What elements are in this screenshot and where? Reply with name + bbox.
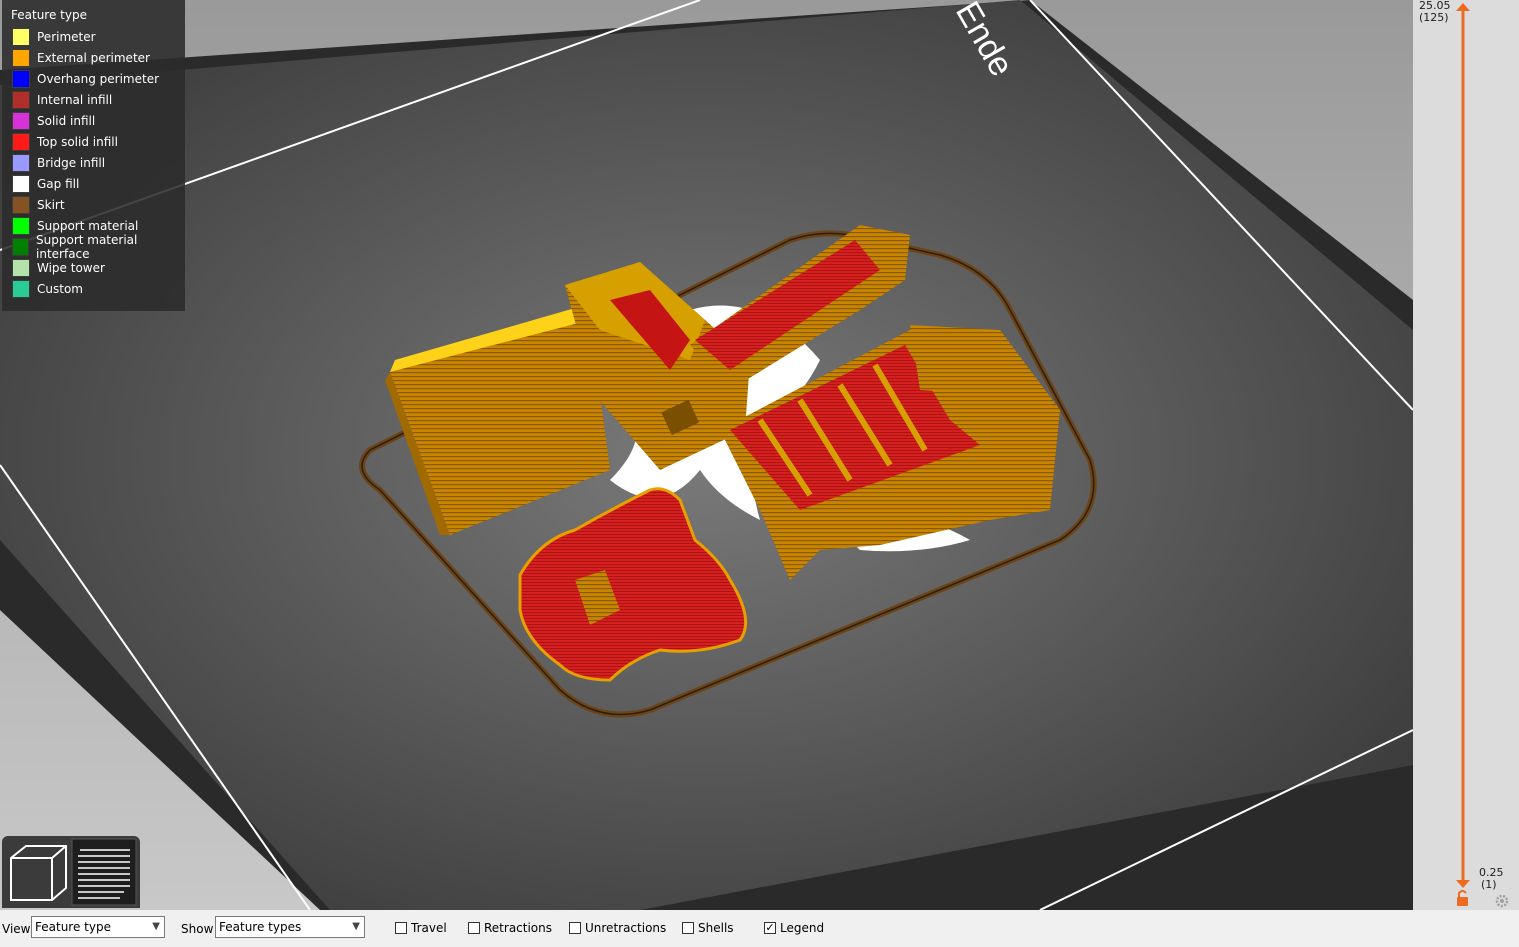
retractions-checkbox[interactable]: Retractions [468,921,552,935]
bottom-thumb-icon[interactable] [1456,880,1470,888]
checkbox-icon[interactable] [395,922,407,934]
legend-item-label: External perimeter [37,51,150,65]
legend-item-label: Custom [37,282,83,296]
legend-item-label: Internal infill [37,93,113,107]
feature-type-legend: Feature type Perimeter External perimeter… [2,0,185,311]
legend-item: Gap fill [12,174,79,194]
unretractions-label: Unretractions [585,921,667,935]
checkbox-icon[interactable] [569,922,581,934]
preview-bottom-toolbar: View Feature type ▼ Show Feature types ▼… [0,910,1519,947]
legend-item: Bridge infill [12,153,105,173]
gcode-preview-viewport[interactable]: Ende [0,0,1413,910]
legend-swatch [12,217,30,235]
lock-icon[interactable] [1457,890,1468,906]
layer-slider-panel: 25.05 (125) 0.25 (1) [1413,0,1519,910]
legend-item: External perimeter [12,48,150,68]
legend-swatch [12,238,30,256]
legend-swatch [12,28,30,46]
legend-swatch [12,112,30,130]
show-label: Show [181,922,214,936]
cube-3d-view-icon[interactable] [7,841,69,903]
layer-slider-track[interactable] [1413,0,1519,910]
legend-item: Support material interface [12,233,185,261]
chevron-down-icon: ▼ [152,921,160,932]
shells-label: Shells [698,921,734,935]
legend-swatch [12,70,30,88]
checkbox-icon[interactable] [468,922,480,934]
view-type-value: Feature type [35,920,111,934]
legend-swatch [12,49,30,67]
checkbox-icon[interactable] [682,922,694,934]
retractions-label: Retractions [484,921,553,935]
settings-gear-icon[interactable] [1495,894,1509,908]
legend-swatch [12,91,30,109]
shells-checkbox[interactable]: Shells [682,921,734,935]
checkbox-checked-icon[interactable]: ✓ [764,922,776,934]
legend-item-label: Solid infill [37,114,96,128]
top-thumb-icon[interactable] [1456,3,1470,11]
legend-item: Wipe tower [12,258,105,278]
legend-item: Overhang perimeter [12,69,159,89]
legend-item-label: Support material [37,219,139,233]
legend-checkbox[interactable]: ✓ Legend [764,921,824,935]
legend-item-label: Overhang perimeter [37,72,160,86]
unretractions-checkbox[interactable]: Unretractions [569,921,666,935]
legend-item-label: Perimeter [37,30,96,44]
view-type-dropdown[interactable]: Feature type ▼ [31,916,165,938]
show-value: Feature types [219,920,302,934]
legend-swatch [12,280,30,298]
legend-item: Perimeter [12,27,96,47]
legend-item: Internal infill [12,90,112,110]
legend-item-label: Support material interface [36,233,138,261]
legend-swatch [12,259,30,277]
legend-item-label: Bridge infill [37,156,106,170]
travel-checkbox[interactable]: Travel [395,921,447,935]
legend-item: Top solid infill [12,132,118,152]
legend-swatch [12,133,30,151]
chevron-down-icon: ▼ [352,921,360,932]
legend-item-label: Skirt [37,198,65,212]
legend-item-label: Top solid infill [37,135,118,149]
legend-label: Legend [780,921,825,935]
layers-view-icon[interactable] [71,838,137,906]
legend-swatch [12,196,30,214]
legend-item: Solid infill [12,111,95,131]
legend-swatch [12,175,30,193]
legend-item: Custom [12,279,83,299]
travel-label: Travel [411,921,447,935]
show-dropdown[interactable]: Feature types ▼ [215,916,365,938]
legend-item-label: Wipe tower [37,261,105,275]
legend-swatch [12,154,30,172]
view-label: View [2,922,31,936]
legend-title: Feature type [11,8,87,22]
view-mode-toolbar [2,836,140,908]
legend-item-label: Gap fill [37,177,80,191]
print-bed-scene: Ende [0,0,1413,910]
legend-item: Skirt [12,195,65,215]
